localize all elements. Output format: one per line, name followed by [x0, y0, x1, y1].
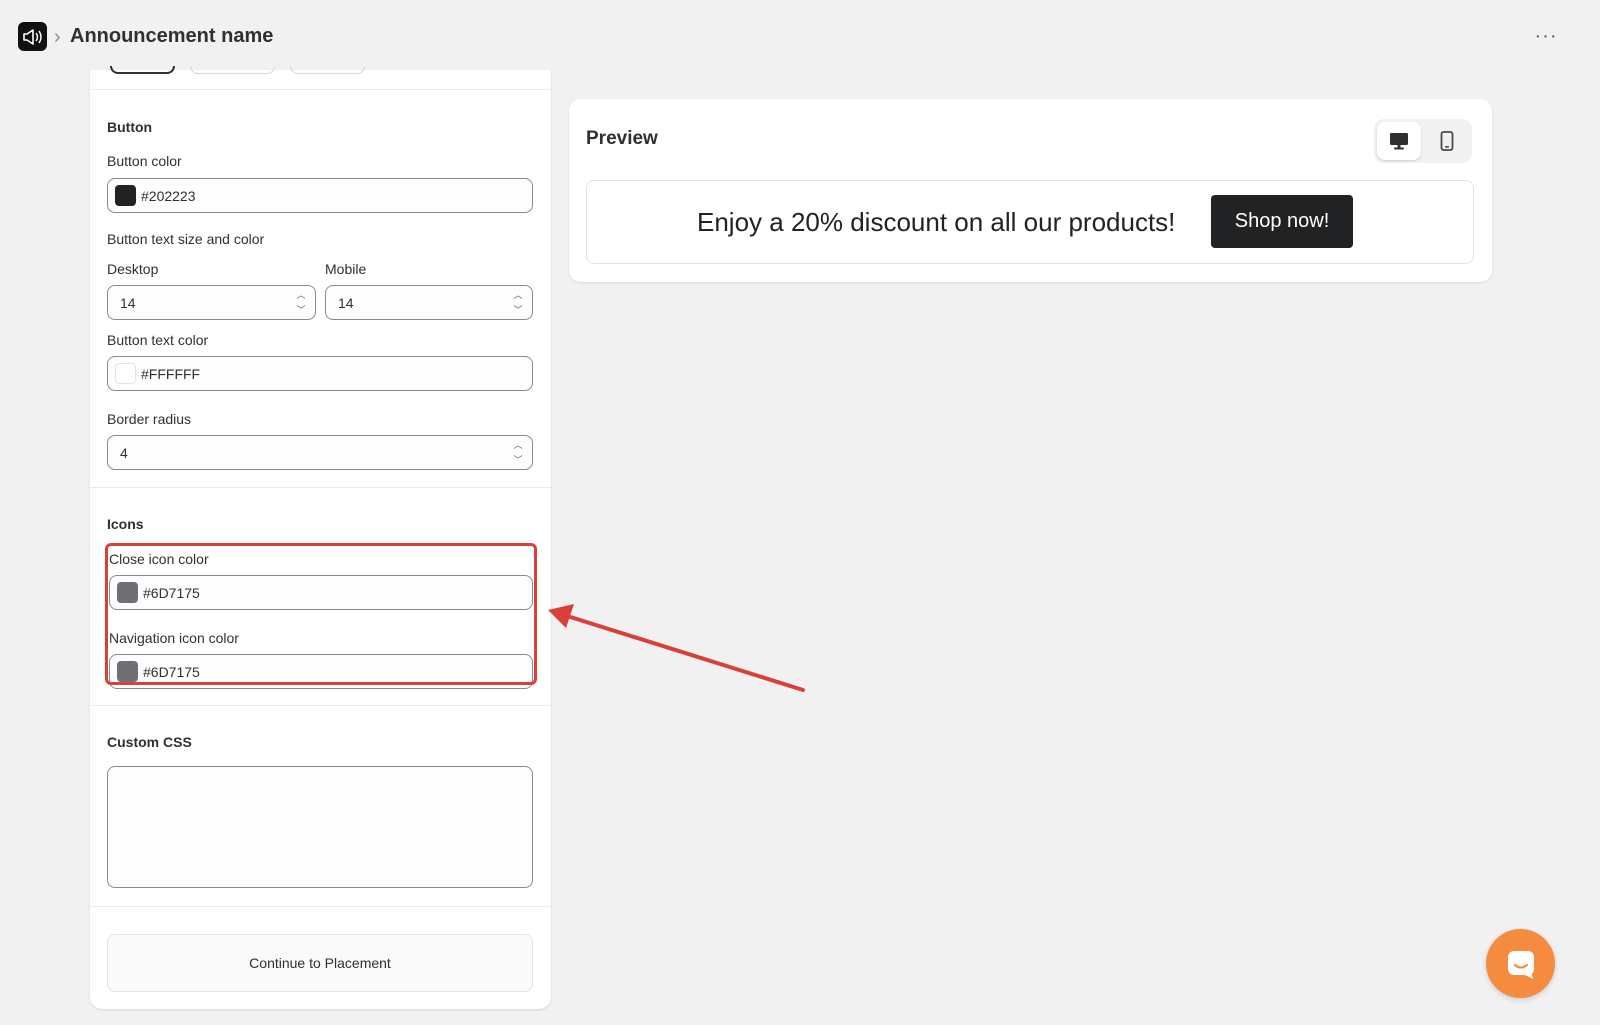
chat-support-button[interactable]: [1486, 929, 1555, 998]
desktop-text-size-input[interactable]: 14 ︿ ﹀: [107, 285, 316, 320]
shop-now-button[interactable]: Shop now!: [1211, 195, 1353, 248]
close-icon-color-value: #6D7175: [143, 584, 200, 601]
button-color-value: #202223: [141, 187, 196, 204]
section-title-icons: Icons: [107, 516, 144, 532]
desktop-icon: [1390, 133, 1408, 150]
chevron-up-icon[interactable]: ︿: [296, 289, 305, 301]
chevron-down-icon[interactable]: ﹀: [513, 304, 522, 316]
mobile-view-button[interactable]: [1425, 122, 1469, 160]
desktop-label: Desktop: [107, 261, 159, 277]
section-title-button: Button: [107, 119, 153, 135]
close-icon-color-label: Close icon color: [109, 551, 209, 567]
number-stepper[interactable]: ︿ ﹀: [510, 439, 526, 466]
navigation-icon-color-value: #6D7175: [143, 663, 200, 680]
annotation-arrow: [548, 604, 805, 692]
divider: [90, 487, 551, 488]
chevron-down-icon[interactable]: ﹀: [296, 304, 305, 316]
button-text-color-label: Button text color: [107, 332, 209, 348]
megaphone-app-icon[interactable]: [18, 22, 47, 51]
button-text-color-field[interactable]: #FFFFFF: [107, 356, 533, 391]
mobile-label: Mobile: [325, 261, 367, 277]
color-swatch[interactable]: [115, 185, 136, 206]
number-stepper[interactable]: ︿ ﹀: [510, 289, 526, 316]
mobile-icon: [1440, 131, 1454, 151]
tab-bar-partial: [90, 66, 551, 90]
custom-css-textarea[interactable]: [107, 766, 533, 888]
button-text-size-color-label: Button text size and color: [107, 231, 265, 247]
close-icon-color-field[interactable]: #6D7175: [109, 575, 533, 610]
divider: [90, 906, 551, 907]
color-swatch[interactable]: [117, 582, 138, 603]
ellipsis-icon: ···: [1534, 24, 1558, 47]
desktop-view-button[interactable]: [1377, 122, 1421, 160]
announcement-text: Enjoy a 20% discount on all our products…: [697, 207, 1176, 237]
chevron-down-icon[interactable]: ﹀: [513, 454, 522, 466]
button-color-label: Button color: [107, 153, 182, 169]
tab-stub[interactable]: [290, 66, 365, 74]
chevron-up-icon[interactable]: ︿: [513, 439, 522, 451]
chat-icon: [1507, 950, 1534, 979]
divider: [90, 89, 551, 90]
divider: [90, 705, 551, 706]
color-swatch[interactable]: [117, 661, 138, 682]
section-title-custom-css: Custom CSS: [107, 734, 192, 750]
mobile-text-size-value: 14: [338, 294, 354, 311]
mobile-text-size-input[interactable]: 14 ︿ ﹀: [325, 285, 533, 320]
preview-title: Preview: [586, 128, 658, 149]
tab-stub-active[interactable]: [110, 66, 175, 74]
more-actions-button[interactable]: ···: [1528, 24, 1564, 48]
settings-panel: Button Button color #202223 Button text …: [90, 66, 551, 1009]
device-toggle: [1374, 119, 1472, 163]
announcement-bar-preview: Enjoy a 20% discount on all our products…: [586, 180, 1474, 264]
tab-stub[interactable]: [190, 66, 275, 74]
breadcrumb-chevron-icon: ›: [54, 26, 61, 48]
top-bar: › Announcement name ···: [0, 0, 1600, 70]
border-radius-label: Border radius: [107, 411, 192, 427]
color-swatch[interactable]: [115, 363, 136, 384]
continue-to-placement-button[interactable]: Continue to Placement: [107, 934, 533, 992]
navigation-icon-color-field[interactable]: #6D7175: [109, 654, 533, 689]
button-color-field[interactable]: #202223: [107, 178, 533, 213]
border-radius-value: 4: [120, 444, 128, 461]
chevron-up-icon[interactable]: ︿: [513, 289, 522, 301]
border-radius-input[interactable]: 4 ︿ ﹀: [107, 435, 533, 470]
navigation-icon-color-label: Navigation icon color: [109, 630, 239, 646]
page-title: Announcement name: [70, 25, 274, 47]
preview-panel: Preview Enjoy a 20% discount on all our …: [569, 99, 1492, 282]
number-stepper[interactable]: ︿ ﹀: [293, 289, 309, 316]
button-text-color-value: #FFFFFF: [141, 365, 201, 382]
desktop-text-size-value: 14: [120, 294, 136, 311]
